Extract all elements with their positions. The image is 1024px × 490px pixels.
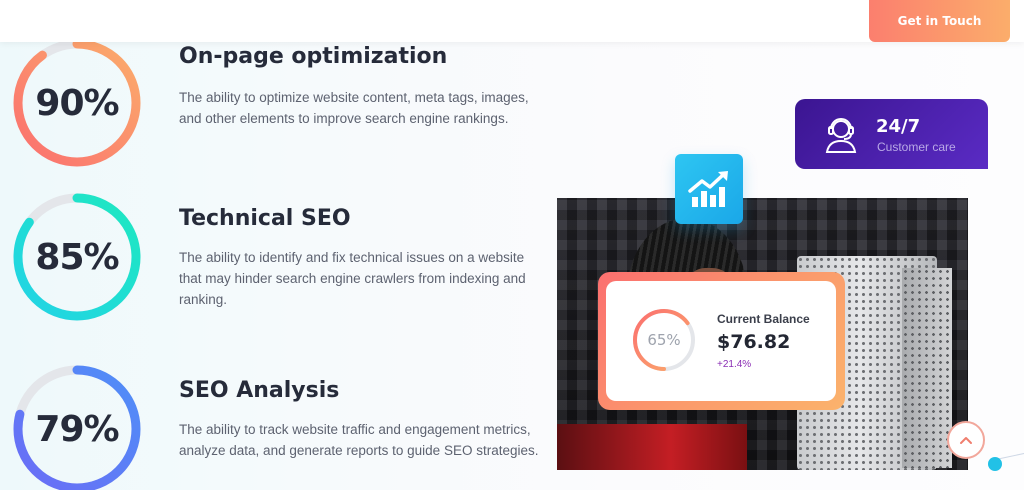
chevron-up-icon <box>960 437 972 444</box>
progress-ring: 85% <box>10 190 144 324</box>
skill-description: The ability to optimize website content,… <box>179 90 529 126</box>
care-label: Customer care <box>877 140 956 154</box>
get-in-touch-button[interactable]: Get in Touch <box>869 0 1010 42</box>
red-panel <box>557 424 747 470</box>
balance-value: $76.82 <box>717 331 791 353</box>
scroll-to-top-button[interactable] <box>947 421 985 459</box>
current-balance-card: 65% Current Balance $76.82 +21.4% <box>606 281 836 401</box>
skill-percentage: 85% <box>35 236 119 278</box>
skill-title: On-page optimization <box>179 44 448 69</box>
growth-badge <box>675 154 743 224</box>
skill-description: The ability to track website traffic and… <box>179 422 539 458</box>
customer-care-card: 24/7 Customer care <box>795 99 988 169</box>
skill-title: SEO Analysis <box>179 378 340 403</box>
balance-label: Current Balance <box>717 312 810 326</box>
decorative-dot <box>988 457 1002 471</box>
skill-item: 79% SEO Analysis The ability to track we… <box>0 362 560 490</box>
skill-title: Technical SEO <box>179 206 351 231</box>
balance-percentage: 65% <box>647 331 681 349</box>
balance-change: +21.4% <box>717 359 752 370</box>
headset-agent-icon <box>825 118 857 153</box>
decorative-line <box>999 451 1024 469</box>
equipment-rack-side <box>902 268 952 468</box>
skill-item: 85% Technical SEO The ability to identif… <box>0 190 560 330</box>
progress-ring: 90% <box>10 36 144 170</box>
skill-percentage: 79% <box>35 408 119 450</box>
site-header: Get in Touch <box>0 0 1024 42</box>
skill-description: The ability to identify and fix technica… <box>179 250 526 307</box>
trending-up-chart-icon <box>688 171 728 207</box>
skill-percentage: 90% <box>35 82 119 124</box>
progress-ring: 79% <box>10 362 144 490</box>
care-value: 24/7 <box>876 116 921 137</box>
